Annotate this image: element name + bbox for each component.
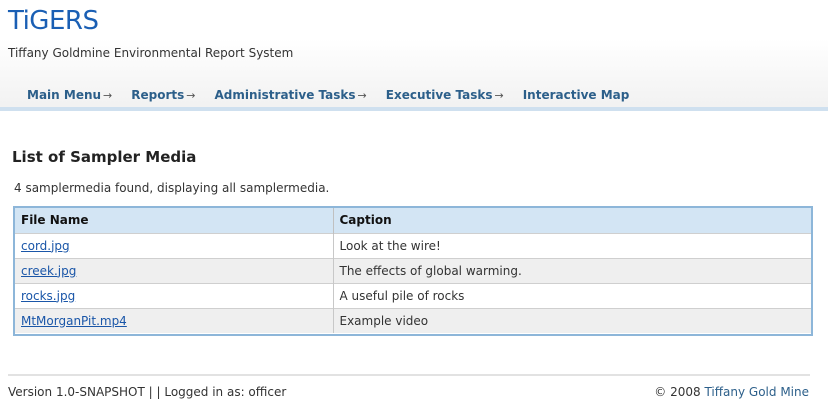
arrow-right-icon: → bbox=[103, 89, 113, 102]
file-name-cell: rocks.jpg bbox=[15, 282, 334, 308]
arrow-right-icon: → bbox=[494, 89, 504, 102]
nav-item-label: Executive Tasks bbox=[385, 88, 493, 102]
column-header-caption[interactable]: Caption bbox=[333, 208, 811, 233]
nav-divider bbox=[0, 107, 828, 111]
caption-cell: A useful pile of rocks bbox=[333, 282, 811, 308]
result-summary: 4 samplermedia found, displaying all sam… bbox=[14, 181, 330, 195]
file-link[interactable]: rocks.jpg bbox=[21, 289, 75, 303]
nav-item-interactive-map[interactable]: Interactive Map bbox=[523, 88, 630, 102]
footer-copyright: © 2008 Tiffany Gold Mine bbox=[654, 385, 809, 399]
footer-version-info: Version 1.0-SNAPSHOT | | Logged in as: o… bbox=[8, 385, 287, 399]
file-link[interactable]: creek.jpg bbox=[21, 264, 76, 278]
table-row: cord.jpg Look at the wire! bbox=[15, 232, 811, 258]
main-nav: Main Menu → Reports → Administrative Tasks… bbox=[27, 88, 648, 102]
file-link[interactable]: MtMorganPit.mp4 bbox=[21, 314, 127, 328]
file-name-cell: cord.jpg bbox=[15, 232, 334, 258]
caption-cell: Look at the wire! bbox=[333, 232, 811, 258]
footer-divider bbox=[8, 374, 810, 376]
caption-cell: The effects of global warming. bbox=[333, 257, 811, 283]
copyright-text: © 2008 bbox=[654, 385, 701, 399]
arrow-right-icon: → bbox=[357, 89, 367, 102]
table-row: rocks.jpg A useful pile of rocks bbox=[15, 282, 811, 308]
table-row: MtMorganPit.mp4 Example video bbox=[15, 307, 811, 333]
table-row: creek.jpg The effects of global warming. bbox=[15, 257, 811, 283]
page-title: List of Sampler Media bbox=[12, 148, 197, 166]
nav-item-label: Administrative Tasks bbox=[214, 88, 356, 102]
file-name-cell: MtMorganPit.mp4 bbox=[15, 307, 334, 333]
nav-item-reports[interactable]: Reports → bbox=[131, 88, 195, 102]
table-header-row: File Name Caption bbox=[15, 208, 811, 233]
nav-item-label: Main Menu bbox=[27, 88, 102, 102]
sampler-media-table: File Name Caption cord.jpg Look at the w… bbox=[13, 206, 813, 336]
caption-cell: Example video bbox=[333, 307, 811, 333]
nav-item-administrative-tasks[interactable]: Administrative Tasks → bbox=[215, 88, 367, 102]
nav-item-label: Interactive Map bbox=[522, 88, 630, 102]
nav-item-executive-tasks[interactable]: Executive Tasks → bbox=[386, 88, 504, 102]
nav-item-main-menu[interactable]: Main Menu → bbox=[27, 88, 112, 102]
file-link[interactable]: cord.jpg bbox=[21, 239, 70, 253]
page-header: TiGERS Tiffany Goldmine Environmental Re… bbox=[0, 0, 828, 110]
file-name-cell: creek.jpg bbox=[15, 257, 334, 283]
app-logo[interactable]: TiGERS bbox=[8, 6, 99, 36]
app-subtitle: Tiffany Goldmine Environmental Report Sy… bbox=[8, 46, 294, 60]
company-link[interactable]: Tiffany Gold Mine bbox=[704, 385, 809, 399]
nav-item-label: Reports bbox=[131, 88, 185, 102]
arrow-right-icon: → bbox=[186, 89, 196, 102]
column-header-file-name[interactable]: File Name bbox=[15, 208, 334, 233]
